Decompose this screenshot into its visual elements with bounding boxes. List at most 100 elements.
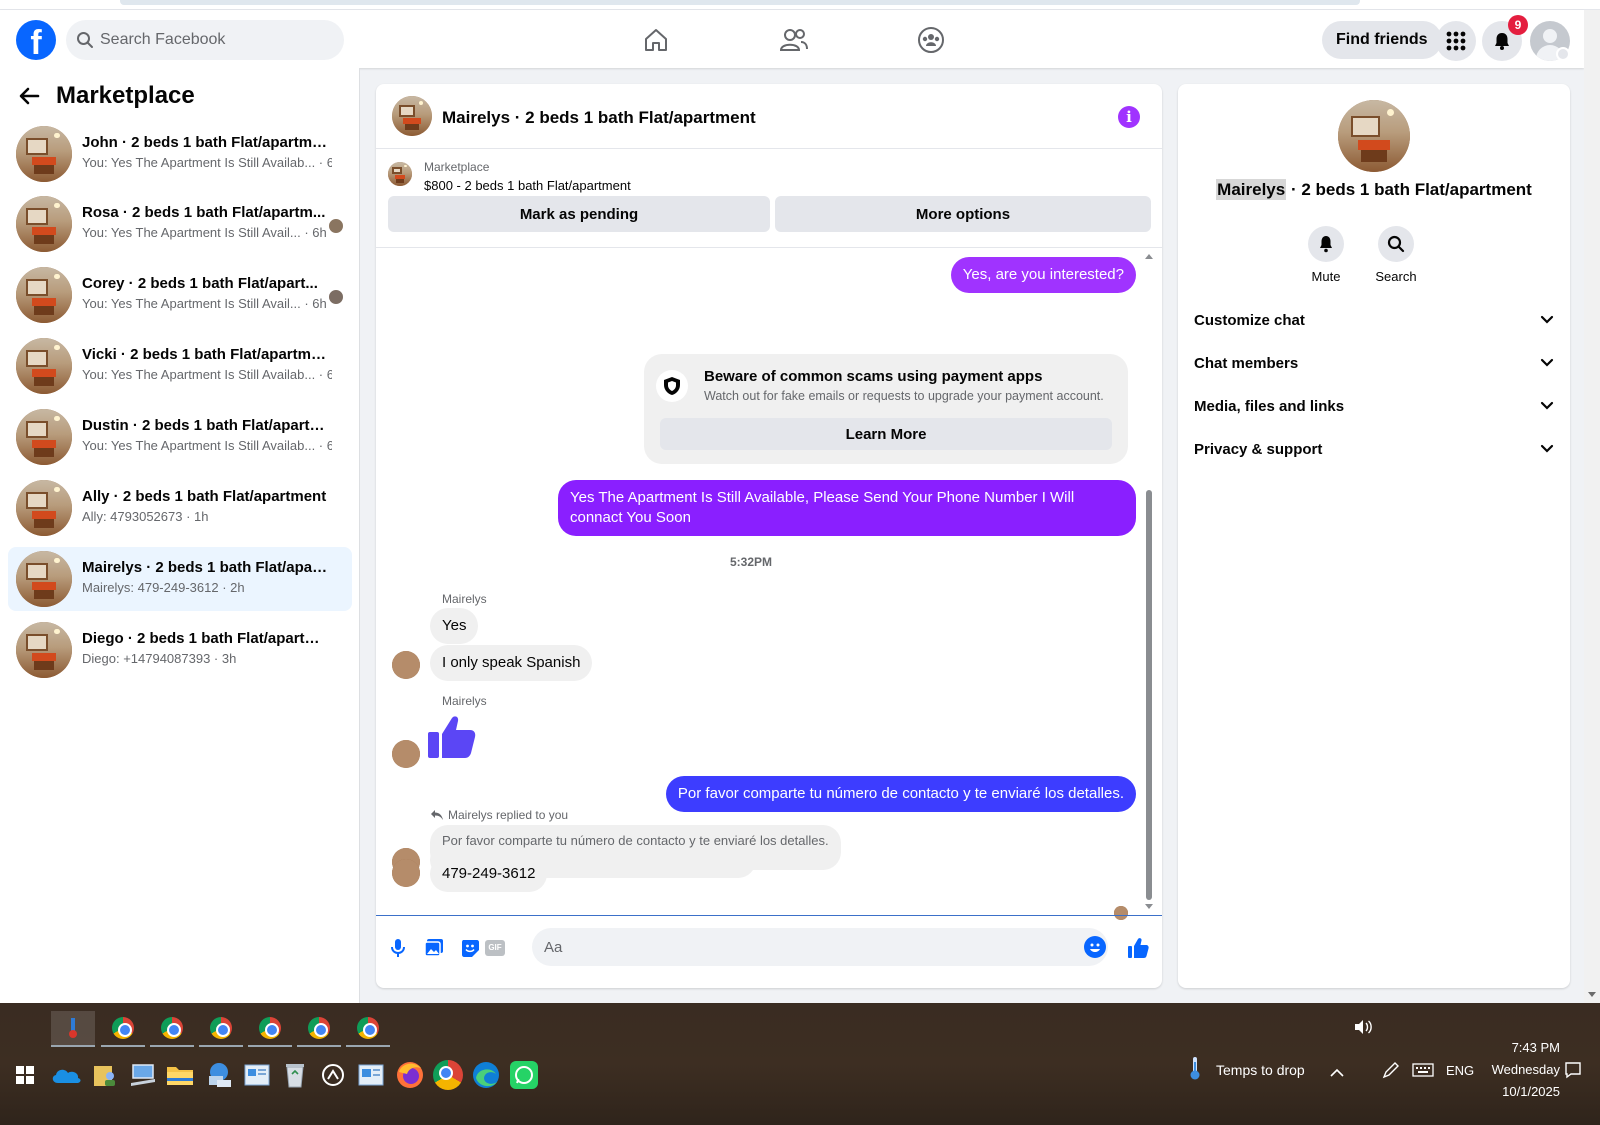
taskbar-window-media[interactable] xyxy=(51,1011,95,1047)
search-action[interactable]: Search xyxy=(1366,226,1426,284)
customize-chat-section[interactable]: Customize chat xyxy=(1194,300,1554,340)
sender-avatar[interactable] xyxy=(392,651,420,679)
recycle-bin-icon[interactable] xyxy=(278,1058,312,1092)
conversation-item[interactable]: Ally · 2 beds 1 bath Flat/apartment Ally… xyxy=(8,476,352,540)
windows-start-icon[interactable] xyxy=(8,1058,42,1092)
conversation-preview: You: Yes The Apartment Is Still Availab.… xyxy=(82,367,332,382)
contact-large-avatar[interactable] xyxy=(1338,100,1410,172)
listing-avatar xyxy=(16,409,72,465)
chat-scrollbar[interactable] xyxy=(1144,250,1154,915)
section-label: Privacy & support xyxy=(1194,440,1323,458)
outgoing-message: Yes The Apartment Is Still Available, Pl… xyxy=(558,480,1136,536)
mute-action[interactable]: Mute xyxy=(1296,226,1356,284)
chrome-icon[interactable] xyxy=(431,1058,465,1092)
chevron-up-icon[interactable] xyxy=(1330,1064,1344,1082)
sender-avatar[interactable] xyxy=(392,740,420,768)
sticker-icon[interactable] xyxy=(458,936,482,960)
learn-more-button[interactable]: Learn More xyxy=(660,418,1112,450)
message-composer: GIF xyxy=(376,915,1162,988)
conversation-item[interactable]: Diego · 2 beds 1 bath Flat/apartme... Di… xyxy=(8,618,352,682)
seen-avatar xyxy=(328,218,344,234)
whatsapp-icon[interactable] xyxy=(507,1058,541,1092)
folder-icon[interactable] xyxy=(163,1058,197,1092)
media-files-links-section[interactable]: Media, files and links xyxy=(1194,386,1554,426)
chrome-icon xyxy=(210,1017,232,1039)
scroll-thumb[interactable] xyxy=(1146,490,1152,900)
listing-avatar xyxy=(16,338,72,394)
scroll-up-arrow-icon[interactable] xyxy=(1145,254,1153,259)
back-arrow-icon[interactable] xyxy=(18,86,40,106)
mark-as-pending-button[interactable]: Mark as pending xyxy=(388,196,770,232)
taskbar-window-chrome[interactable] xyxy=(297,1011,341,1047)
conversation-item[interactable]: Corey · 2 beds 1 bath Flat/apart... You:… xyxy=(8,263,352,327)
control-panel-icon[interactable] xyxy=(240,1058,274,1092)
taskbar-window-chrome[interactable] xyxy=(248,1011,292,1047)
conversation-title: Diego · 2 beds 1 bath Flat/apartme... xyxy=(82,630,332,647)
search-input[interactable] xyxy=(100,20,330,60)
conversation-title: Ally · 2 beds 1 bath Flat/apartment xyxy=(82,488,327,505)
chat-members-section[interactable]: Chat members xyxy=(1194,343,1554,383)
keyboard-icon[interactable] xyxy=(1412,1063,1434,1082)
chat-title[interactable]: Mairelys · 2 beds 1 bath Flat/apartment xyxy=(442,108,756,128)
search-icon[interactable] xyxy=(1378,226,1414,262)
conversation-item[interactable]: Vicki · 2 beds 1 bath Flat/apartment You… xyxy=(8,334,352,398)
taskbar-window-chrome[interactable] xyxy=(199,1011,243,1047)
windows-taskbar: Temps to drop ENG 7:43 PM Wednesday 10/1… xyxy=(0,1003,1600,1125)
system-settings-icon[interactable] xyxy=(354,1058,388,1092)
pen-icon[interactable] xyxy=(1382,1061,1400,1084)
friends-icon[interactable] xyxy=(774,22,814,58)
user-files-icon[interactable] xyxy=(88,1058,122,1092)
taskbar-window-chrome[interactable] xyxy=(101,1011,145,1047)
gif-icon[interactable]: GIF xyxy=(484,936,506,960)
computer-icon[interactable] xyxy=(126,1058,160,1092)
weather-text[interactable]: Temps to drop xyxy=(1216,1062,1305,1078)
facebook-logo-icon[interactable]: f xyxy=(16,20,56,60)
taskbar-window-chrome[interactable] xyxy=(150,1011,194,1047)
groups-icon[interactable] xyxy=(911,22,951,58)
clock-date[interactable]: 10/1/2025 xyxy=(1480,1084,1560,1099)
scroll-down-arrow-icon[interactable] xyxy=(1145,904,1153,909)
incoming-message: 479-249-3612 xyxy=(430,856,548,892)
notification-center-icon[interactable] xyxy=(1564,1061,1582,1084)
conversation-item[interactable]: John · 2 beds 1 bath Flat/apartment You:… xyxy=(8,122,352,186)
find-friends-button[interactable]: Find friends xyxy=(1322,21,1442,59)
taskbar-window-chrome[interactable] xyxy=(346,1011,390,1047)
clock-day[interactable]: Wednesday xyxy=(1480,1062,1560,1077)
home-icon[interactable] xyxy=(636,22,676,58)
search-box[interactable] xyxy=(66,20,344,60)
network-icon[interactable] xyxy=(202,1058,236,1092)
thermometer-icon[interactable] xyxy=(1188,1056,1202,1085)
github-desktop-icon[interactable] xyxy=(316,1058,350,1092)
onedrive-icon[interactable] xyxy=(49,1058,83,1092)
listing-thumbnail[interactable] xyxy=(388,162,412,186)
emoji-icon[interactable] xyxy=(1084,936,1106,958)
message-input[interactable] xyxy=(532,928,1108,966)
bell-icon[interactable] xyxy=(1308,226,1344,262)
gif-label: GIF xyxy=(485,940,505,956)
conversation-item[interactable]: Rosa · 2 beds 1 bath Flat/apartm... You:… xyxy=(8,192,352,256)
scam-warning-title: Beware of common scams using payment app… xyxy=(704,368,1043,385)
sender-avatar[interactable] xyxy=(392,859,420,887)
more-options-button[interactable]: More options xyxy=(775,196,1151,232)
language-indicator[interactable]: ENG xyxy=(1446,1063,1474,1078)
search-icon xyxy=(76,31,94,54)
listing-price[interactable]: $800 - 2 beds 1 bath Flat/apartment xyxy=(424,178,631,193)
conversation-item-active[interactable]: Mairelys · 2 beds 1 bath Flat/apart... M… xyxy=(8,547,352,611)
microphone-icon[interactable] xyxy=(386,936,410,960)
edge-icon[interactable] xyxy=(469,1058,503,1092)
firefox-icon[interactable] xyxy=(393,1058,427,1092)
clock-time[interactable]: 7:43 PM xyxy=(1490,1040,1560,1055)
page-scrollbar[interactable] xyxy=(1584,10,1600,1003)
conversation-item[interactable]: Dustin · 2 beds 1 bath Flat/apartm... Yo… xyxy=(8,405,352,469)
privacy-support-section[interactable]: Privacy & support xyxy=(1194,429,1554,469)
menu-grid-icon[interactable] xyxy=(1436,21,1476,61)
photo-icon[interactable] xyxy=(422,936,446,960)
chevron-down-icon xyxy=(1540,444,1554,453)
chat-avatar[interactable] xyxy=(392,96,432,136)
thumbs-up-icon[interactable] xyxy=(1126,936,1150,960)
mute-label: Mute xyxy=(1311,269,1341,284)
scroll-down-arrow-icon[interactable] xyxy=(1588,992,1596,997)
chevron-down-icon[interactable] xyxy=(1556,47,1570,61)
volume-icon[interactable] xyxy=(1354,1019,1372,1040)
info-icon[interactable]: i xyxy=(1118,106,1140,128)
